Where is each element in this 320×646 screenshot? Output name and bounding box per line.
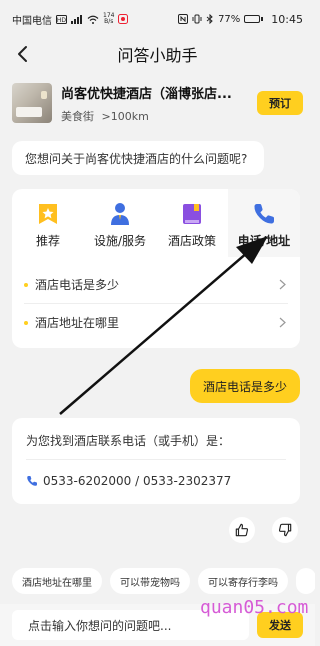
chevron-left-icon bbox=[18, 46, 27, 62]
nav-bar: 问答小助手 bbox=[0, 38, 315, 70]
page-title: 问答小助手 bbox=[117, 46, 198, 65]
bluetooth-icon bbox=[206, 14, 213, 24]
network-speed-unit: B/s bbox=[104, 18, 114, 25]
category-label: 推荐 bbox=[35, 234, 60, 248]
policy-book-icon bbox=[180, 202, 204, 226]
clock: 10:45 bbox=[271, 12, 303, 26]
star-badge-icon bbox=[36, 202, 60, 226]
category-recommend[interactable]: 推荐 bbox=[12, 189, 84, 257]
category-facilities[interactable]: 设施/服务 bbox=[84, 189, 156, 257]
phone-numbers[interactable]: 0533-6202000 / 0533-2302377 bbox=[43, 474, 231, 488]
chevron-right-icon bbox=[279, 279, 286, 290]
question-menu-card: 推荐 设施/服务 酒店政策 电话/地址 酒店电话是多少 酒店地址在哪里 bbox=[12, 189, 300, 348]
category-phone-address[interactable]: 电话/地址 bbox=[228, 189, 300, 257]
category-label: 酒店政策 bbox=[167, 234, 216, 248]
signal-icon bbox=[71, 14, 82, 24]
phone-icon bbox=[26, 475, 38, 487]
question-option[interactable]: 酒店地址在哪里 bbox=[12, 304, 300, 341]
bullet-dot bbox=[24, 320, 28, 325]
watermark: quan05.com bbox=[200, 597, 309, 618]
answer-intro: 为您找到酒店联系电话（或手机）是： bbox=[26, 434, 231, 448]
status-left: 中国电信 HD 174 B/s bbox=[12, 12, 129, 27]
hotel-distance: >100km bbox=[101, 109, 149, 123]
concierge-icon bbox=[108, 202, 132, 226]
vibrate-icon bbox=[192, 14, 202, 24]
question-label: 酒店电话是多少 bbox=[35, 278, 120, 292]
battery-icon bbox=[244, 15, 264, 23]
answer-phone-row[interactable]: 0533-6202000 / 0533-2302377 bbox=[26, 474, 286, 488]
question-label: 酒店地址在哪里 bbox=[35, 316, 120, 330]
suggestion-chip[interactable]: 酒店地址在哪里 bbox=[12, 568, 102, 594]
status-bar: 中国电信 HD 174 B/s 77% 10:45 bbox=[0, 0, 315, 38]
notification-app-icon bbox=[118, 14, 129, 24]
suggestion-chip[interactable]: 可以带宠物吗 bbox=[110, 568, 190, 594]
answer-card: 为您找到酒店联系电话（或手机）是： 0533-6202000 / 0533-23… bbox=[12, 418, 300, 504]
hotel-card[interactable]: 尚客优快捷酒店（淄博张店... 美食街 >100km 预订 bbox=[12, 80, 303, 126]
category-policy[interactable]: 酒店政策 bbox=[156, 189, 228, 257]
battery-percent: 77% bbox=[218, 13, 241, 25]
hotel-info: 尚客优快捷酒店（淄博张店... 美食街 >100km bbox=[61, 83, 257, 124]
question-option[interactable]: 酒店电话是多少 bbox=[12, 266, 300, 303]
assistant-prompt-bubble: 您想问关于尚客优快捷酒店的什么问题呢? bbox=[12, 141, 264, 175]
thumbs-up-icon bbox=[235, 523, 249, 537]
bullet-dot bbox=[24, 282, 28, 287]
thumbs-down-icon bbox=[278, 523, 292, 537]
suggestion-chip-partial[interactable] bbox=[296, 568, 315, 594]
hd-icon: HD bbox=[56, 14, 67, 24]
network-speed: 174 B/s bbox=[103, 13, 114, 25]
phone-icon bbox=[252, 202, 276, 226]
category-label: 电话/地址 bbox=[237, 234, 291, 248]
chevron-right-icon bbox=[279, 317, 286, 328]
divider bbox=[26, 459, 286, 460]
svg-text:HD: HD bbox=[57, 16, 67, 23]
hotel-meta: 美食街 >100km bbox=[61, 108, 257, 124]
status-right: 77% 10:45 bbox=[178, 13, 303, 26]
category-label: 设施/服务 bbox=[93, 234, 147, 248]
suggestion-chips: 酒店地址在哪里 可以带宠物吗 可以寄存行李吗 bbox=[12, 568, 315, 594]
thumbs-up-button[interactable] bbox=[229, 517, 255, 543]
wifi-icon bbox=[87, 15, 99, 24]
category-grid: 推荐 设施/服务 酒店政策 电话/地址 bbox=[12, 189, 300, 257]
suggestion-chip[interactable]: 可以寄存行李吗 bbox=[198, 568, 288, 594]
hotel-thumbnail bbox=[12, 83, 52, 123]
hotel-name: 尚客优快捷酒店（淄博张店... bbox=[61, 86, 232, 102]
user-message-bubble: 酒店电话是多少 bbox=[190, 369, 300, 403]
book-button[interactable]: 预订 bbox=[257, 91, 303, 115]
carrier-label: 中国电信 bbox=[12, 15, 52, 27]
thumbs-down-button[interactable] bbox=[272, 517, 298, 543]
nfc-icon bbox=[178, 14, 189, 24]
hotel-category: 美食街 bbox=[61, 109, 94, 123]
back-button[interactable] bbox=[10, 42, 34, 66]
